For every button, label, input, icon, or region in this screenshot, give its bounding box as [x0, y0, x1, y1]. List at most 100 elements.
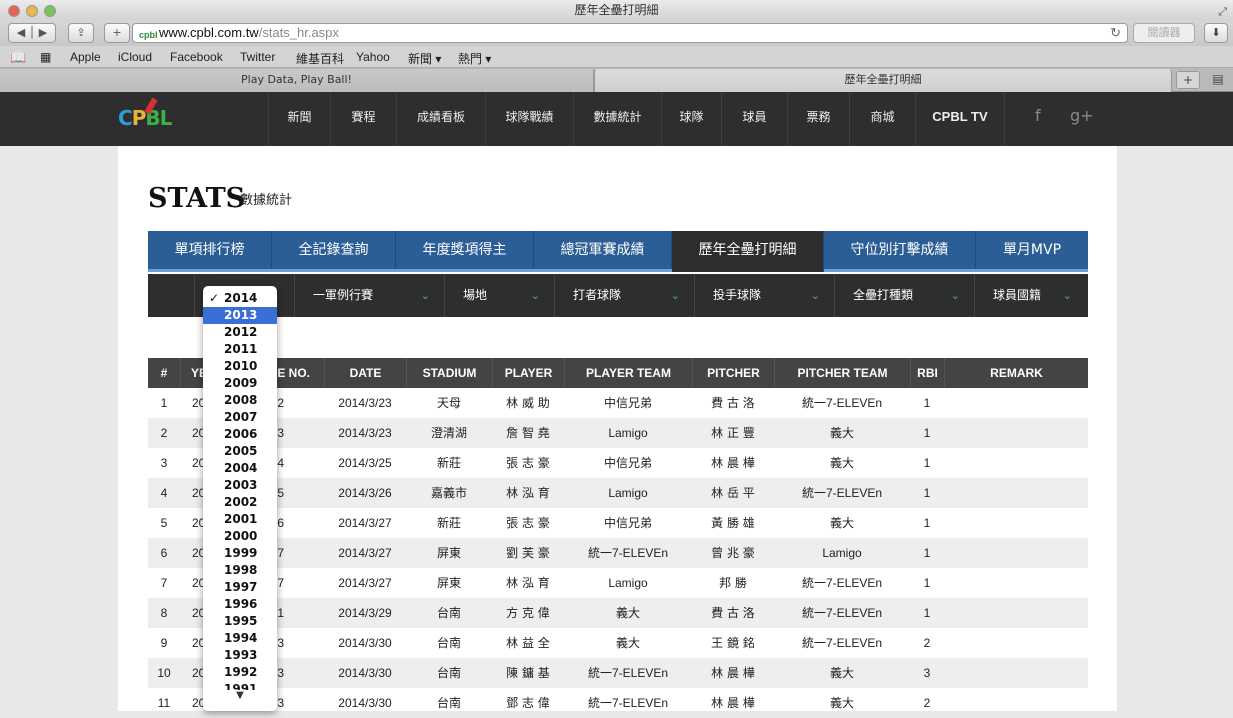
reader-button[interactable]: 閱讀器 — [1133, 23, 1195, 43]
add-tab-button[interactable]: + — [1176, 71, 1200, 89]
fullscreen-icon[interactable]: ⤢ — [1218, 2, 1227, 22]
nav-stats[interactable]: 數據統計 — [573, 92, 661, 146]
nav-tickets[interactable]: 票務 — [787, 92, 849, 146]
year-option[interactable]: 2004 — [203, 460, 277, 477]
year-option[interactable]: 2011 — [203, 341, 277, 358]
table-cell: 台南 — [436, 636, 461, 650]
nav-shop[interactable]: 商城 — [849, 92, 915, 146]
scroll-down-icon[interactable]: ▼ — [203, 690, 277, 711]
table-row: 4 20 5 2014/3/26 嘉義市林 泓 育 Lamigo 林 岳 平統一7-ELEV… — [148, 478, 1088, 508]
downloads-icon[interactable]: ⬇ — [1204, 23, 1228, 43]
reload-icon[interactable]: ↻ — [1110, 24, 1121, 42]
year-option[interactable]: 2003 — [203, 477, 277, 494]
year-option[interactable]: 1994 — [203, 630, 277, 647]
year-option[interactable]: 1995 — [203, 613, 277, 630]
col-header: PLAYER — [492, 358, 564, 388]
year-option[interactable]: 1997 — [203, 579, 277, 596]
table-cell: 台南 — [436, 606, 461, 620]
bookmark-item[interactable]: 維基百科 — [296, 50, 344, 67]
year-option[interactable]: 2000 — [203, 528, 277, 545]
table-cell: 1 — [923, 486, 931, 500]
nav-schedule[interactable]: 賽程 — [330, 92, 396, 146]
pitcher-team-select[interactable]: 投手球隊 ⌄ — [694, 274, 834, 317]
year-option[interactable]: 2010 — [203, 358, 277, 375]
year-dropdown-menu[interactable]: 1991 1992 1993 1994 1995 1996 1997 1998 1999 2000… — [203, 286, 277, 711]
year-option[interactable]: 1992 — [203, 664, 277, 681]
year-option[interactable]: ✓ 2014 — [203, 290, 277, 307]
back-forward-buttons[interactable]: ◀ │ ▶ — [8, 23, 56, 43]
bookmark-item[interactable]: 熱門 ▾ — [458, 50, 491, 67]
year-option[interactable]: 1996 — [203, 596, 277, 613]
close-window-button[interactable] — [8, 5, 20, 17]
bookmark-item[interactable]: Twitter — [240, 50, 275, 64]
year-option[interactable]: 2009 — [203, 375, 277, 392]
year-option[interactable]: 1999 — [203, 545, 277, 562]
bookmark-item[interactable]: Apple — [70, 50, 101, 64]
share-icon[interactable]: ⇪ — [68, 23, 94, 43]
table-cell: 義大 — [829, 666, 854, 680]
minimize-window-button[interactable] — [26, 5, 38, 17]
table-cell: 2 — [923, 696, 931, 710]
bookmark-item[interactable]: Yahoo — [356, 50, 390, 64]
facebook-icon[interactable]: f — [1035, 106, 1041, 125]
nav-standings[interactable]: 球隊戰績 — [485, 92, 573, 146]
nav-scoreboard[interactable]: 成績看板 — [396, 92, 485, 146]
hr-type-select[interactable]: 全壘打種類 ⌄ — [834, 274, 974, 317]
year-option[interactable]: 2007 — [203, 409, 277, 426]
year-option[interactable]: 2006 — [203, 426, 277, 443]
year-option-label: 2004 — [224, 461, 258, 475]
year-option-label: 1994 — [224, 631, 258, 645]
reading-list-icon[interactable]: 📖 — [10, 50, 26, 66]
year-option[interactable]: 2001 — [203, 511, 277, 528]
nationality-select[interactable]: 球員國籍 ⌄ — [974, 274, 1088, 317]
tab-monthly-mvp[interactable]: 單月MVP — [976, 231, 1088, 269]
table-row: 8 20 1 2014/3/29 台南方 克 偉義大費 古 洛統一7-ELEVEn 1 — [148, 598, 1088, 628]
nav-cpbl-tv[interactable]: CPBL TV — [915, 92, 1005, 146]
year-option[interactable]: 2013 — [203, 307, 277, 324]
table-cell: 林 正 豐 — [711, 426, 755, 440]
batter-team-select[interactable]: 打者球隊 ⌄ — [554, 274, 694, 317]
year-option[interactable]: 2005 — [203, 443, 277, 460]
table-cell: 林 岳 平 — [711, 486, 755, 500]
chevron-down-icon: ⌄ — [670, 289, 680, 302]
bookmark-item[interactable]: Facebook — [170, 50, 223, 64]
col-header: PLAYER TEAM — [564, 358, 692, 388]
year-option-label: 2012 — [224, 325, 258, 339]
bookmark-item[interactable]: 新聞 ▾ — [408, 50, 441, 67]
table-cell: 劉 芙 豪 — [506, 546, 550, 560]
site-favicon-icon: cpbl — [139, 30, 158, 40]
table-cell: 統一7-ELEVEn — [801, 486, 883, 500]
new-tab-button[interactable]: + — [104, 23, 130, 43]
browser-tab[interactable]: Play Data, Play Ball! — [0, 69, 594, 92]
tab-leaders[interactable]: 單項排行榜 — [148, 231, 272, 269]
game-type-select[interactable]: 一軍例行賽 ⌄ — [294, 274, 444, 317]
stadium-select[interactable]: 場地 ⌄ — [444, 274, 554, 317]
year-option-label: 1998 — [224, 563, 258, 577]
nav-teams[interactable]: 球隊 — [661, 92, 721, 146]
tab-position-batting[interactable]: 守位別打擊成績 — [824, 231, 976, 269]
address-bar[interactable]: cpbl www.cpbl.com.tw/stats_hr.aspx ↻ — [132, 23, 1128, 43]
bookmark-item[interactable]: iCloud — [118, 50, 152, 64]
year-option[interactable]: 1998 — [203, 562, 277, 579]
tab-records[interactable]: 全記錄查詢 — [272, 231, 396, 269]
zoom-window-button[interactable] — [44, 5, 56, 17]
tab-home-runs[interactable]: 歷年全壘打明細 — [672, 231, 824, 272]
nav-news[interactable]: 新聞 — [268, 92, 330, 146]
table-cell: 1 — [923, 546, 931, 560]
google-plus-icon[interactable]: g+ — [1070, 106, 1094, 125]
table-cell: 2014/3/30 — [338, 666, 392, 680]
tab-overview-icon[interactable]: ▤ — [1206, 71, 1230, 89]
top-sites-icon[interactable]: ▦ — [40, 50, 51, 64]
tab-championship[interactable]: 總冠軍賽成績 — [534, 231, 672, 269]
table-cell: 中信兄弟 — [603, 516, 652, 530]
year-option[interactable]: 2008 — [203, 392, 277, 409]
browser-tab-active[interactable]: 歷年全壘打明細 — [594, 69, 1172, 92]
year-option[interactable]: 2002 — [203, 494, 277, 511]
nav-players[interactable]: 球員 — [721, 92, 787, 146]
tab-awards[interactable]: 年度獎項得主 — [396, 231, 534, 269]
cpbl-logo[interactable]: CPBL — [118, 97, 172, 130]
url-path: /stats_hr.aspx — [258, 25, 339, 40]
page-title: STATS — [148, 183, 246, 214]
year-option[interactable]: 2012 — [203, 324, 277, 341]
year-option[interactable]: 1993 — [203, 647, 277, 664]
